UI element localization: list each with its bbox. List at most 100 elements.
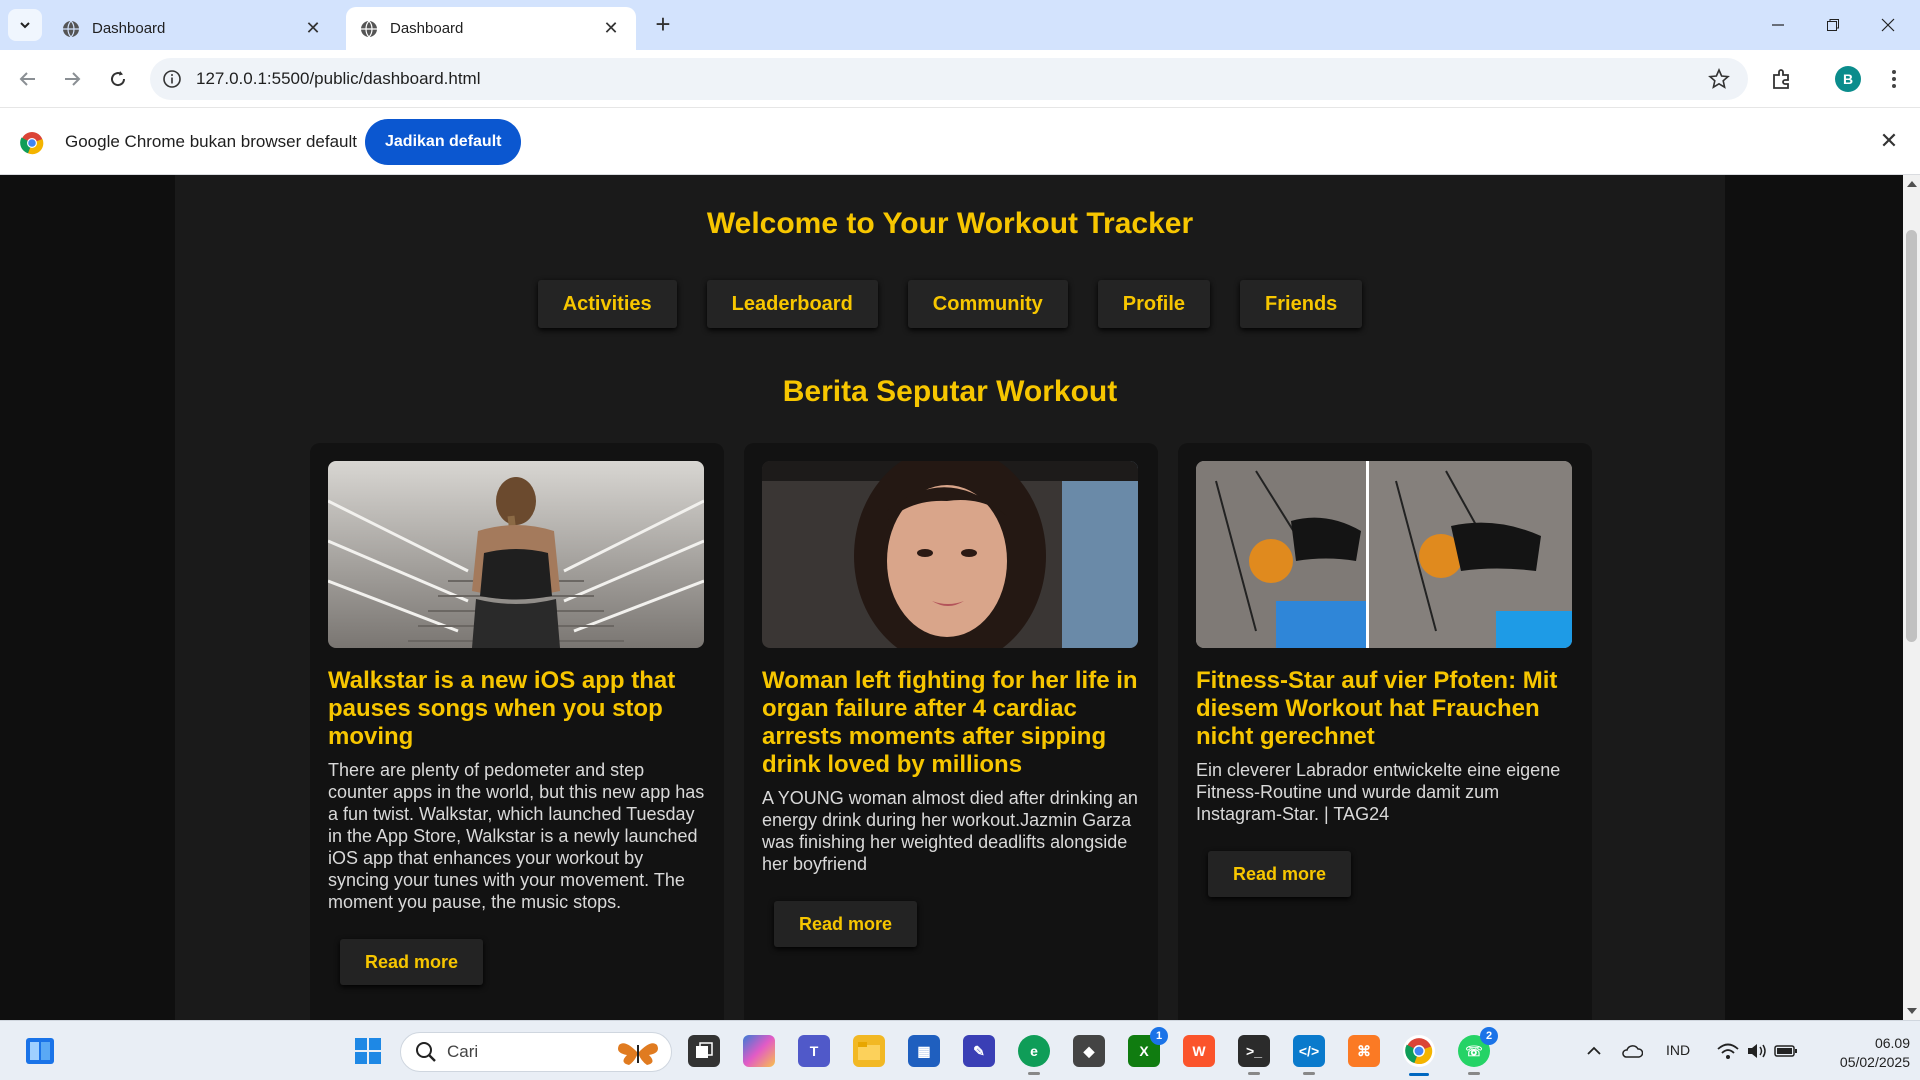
forward-button[interactable]: [58, 65, 86, 93]
extensions-puzzle-icon[interactable]: [1770, 67, 1794, 91]
browser-tab-2[interactable]: Dashboard ✕: [346, 7, 636, 50]
chrome-icon[interactable]: [1403, 1035, 1435, 1076]
restore-icon: [1827, 19, 1839, 31]
pen-app-icon[interactable]: ✎: [963, 1035, 995, 1067]
notification-badge: 1: [1150, 1027, 1168, 1045]
arrow-right-icon: [65, 72, 81, 86]
task-view-icon[interactable]: [688, 1035, 720, 1067]
scrollbar-thumb[interactable]: [1906, 230, 1917, 642]
whatsapp-icon[interactable]: ☏ 2: [1458, 1027, 1498, 1075]
clock-date: 05/02/2025: [1839, 1054, 1910, 1070]
notification-badge: 2: [1480, 1027, 1498, 1045]
language-indicator[interactable]: IND: [1666, 1042, 1690, 1058]
news-thumbnail-image[interactable]: [328, 461, 704, 648]
default-browser-infobar: Google Chrome bukan browser default Jadi…: [0, 108, 1920, 175]
news-description: A YOUNG woman almost died after drinking…: [762, 788, 1138, 874]
infobar-message: Google Chrome bukan browser default: [65, 132, 357, 151]
xampp-icon[interactable]: ⌘: [1348, 1035, 1380, 1067]
read-more-button[interactable]: Read more: [774, 901, 918, 947]
globe-icon: [63, 20, 79, 37]
news-card: Fitness-Star auf vier Pfoten: Mit diesem…: [1178, 443, 1592, 1020]
tab-title: Dashboard: [92, 20, 166, 37]
news-headline[interactable]: Walkstar is a new iOS app that pauses so…: [328, 667, 706, 751]
search-icon: [416, 1042, 436, 1062]
onedrive-sync-icon[interactable]: [1616, 1035, 1648, 1067]
minimize-icon: [1772, 24, 1784, 26]
tab-title: Dashboard: [390, 20, 464, 37]
reload-icon: [111, 71, 126, 87]
tab-search-button[interactable]: [8, 9, 42, 41]
butterfly-highlight-icon[interactable]: [615, 1039, 661, 1067]
brave-icon[interactable]: W: [1183, 1035, 1215, 1067]
xbox-icon[interactable]: X 1: [1128, 1027, 1168, 1067]
edge-icon[interactable]: e: [1018, 1035, 1050, 1075]
url-text[interactable]: 127.0.0.1:5500/public/dashboard.html: [196, 69, 480, 89]
address-bar[interactable]: 127.0.0.1:5500/public/dashboard.html: [150, 58, 1748, 100]
dashboard-container: Welcome to Your Workout Tracker Activiti…: [175, 175, 1725, 1020]
start-windows-icon[interactable]: [352, 1035, 384, 1067]
volume-icon[interactable]: [1741, 1035, 1773, 1067]
scroll-up-arrow-icon[interactable]: [1907, 181, 1917, 187]
news-card-list: Walkstar is a new iOS app that pauses so…: [310, 443, 1592, 1020]
taskbar-search-box[interactable]: Cari: [400, 1032, 672, 1072]
search-placeholder: Cari: [447, 1042, 479, 1061]
close-icon[interactable]: ✕: [1876, 128, 1902, 154]
close-icon[interactable]: ✕: [600, 18, 622, 40]
windows-taskbar: Cari T ▦ ✎ e ◆ X 1 W >_ </> ⌘ ☏ 2 IND 06…: [0, 1020, 1920, 1080]
wifi-icon[interactable]: [1712, 1035, 1744, 1067]
back-button[interactable]: [14, 65, 42, 93]
nav-activities[interactable]: Activities: [537, 280, 677, 328]
battery-icon[interactable]: [1770, 1035, 1802, 1067]
close-icon: [1881, 18, 1895, 32]
file-explorer-icon[interactable]: [853, 1035, 885, 1067]
nav-community[interactable]: Community: [907, 280, 1068, 328]
page-scrollbar[interactable]: [1903, 175, 1920, 1020]
read-more-button[interactable]: Read more: [1208, 851, 1352, 897]
minimize-button[interactable]: [1763, 12, 1793, 38]
widgets-icon[interactable]: [24, 1035, 56, 1067]
news-thumbnail-image[interactable]: [762, 461, 1138, 648]
news-card: Woman left fighting for her life in orga…: [744, 443, 1158, 1020]
nav-leaderboard[interactable]: Leaderboard: [706, 280, 878, 328]
chrome-menu-icon[interactable]: [1884, 65, 1904, 93]
news-description: Ein cleverer Labrador entwickelte eine e…: [1196, 760, 1561, 824]
news-description: There are plenty of pedometer and step c…: [328, 760, 705, 912]
reload-button[interactable]: [104, 65, 132, 93]
microsoft-store-icon[interactable]: ▦: [908, 1035, 940, 1067]
close-window-button[interactable]: [1873, 12, 1903, 38]
main-nav: Activities Leaderboard Community Profile…: [175, 280, 1725, 328]
new-tab-button[interactable]: +: [650, 11, 676, 38]
arrow-left-icon: [19, 72, 35, 86]
scroll-down-arrow-icon[interactable]: [1907, 1008, 1917, 1014]
news-section-title: Berita Seputar Workout: [782, 375, 1118, 408]
unity-icon[interactable]: ◆: [1073, 1035, 1105, 1067]
system-clock[interactable]: 06.09 05/02/2025: [1810, 1034, 1910, 1072]
browser-tab-strip: Dashboard ✕ Dashboard ✕ +: [0, 0, 1920, 50]
profile-avatar[interactable]: B: [1835, 66, 1861, 92]
clock-time: 06.09: [1874, 1035, 1910, 1051]
news-headline[interactable]: Woman left fighting for her life in orga…: [762, 667, 1140, 779]
address-toolbar: 127.0.0.1:5500/public/dashboard.html B: [0, 50, 1920, 108]
globe-icon: [361, 20, 377, 37]
copilot-icon[interactable]: [743, 1035, 775, 1067]
chevron-up-icon[interactable]: [1578, 1035, 1610, 1067]
vscode-icon[interactable]: </>: [1293, 1035, 1325, 1075]
teams-icon[interactable]: T: [798, 1035, 830, 1067]
nav-friends[interactable]: Friends: [1240, 280, 1363, 328]
nav-profile[interactable]: Profile: [1097, 280, 1211, 328]
restore-button[interactable]: [1818, 12, 1848, 38]
chevron-down-icon: [20, 22, 30, 29]
read-more-button[interactable]: Read more: [340, 939, 484, 985]
page-viewport: Welcome to Your Workout Tracker Activiti…: [0, 175, 1903, 1020]
chrome-logo-icon: [20, 132, 44, 155]
close-icon[interactable]: ✕: [302, 18, 324, 40]
news-headline[interactable]: Fitness-Star auf vier Pfoten: Mit diesem…: [1196, 667, 1574, 751]
terminal-icon[interactable]: >_: [1238, 1035, 1270, 1075]
news-thumbnail-image[interactable]: [1196, 461, 1572, 648]
info-icon[interactable]: [162, 69, 182, 89]
browser-tab-1[interactable]: Dashboard ✕: [48, 7, 338, 50]
bookmark-star-icon[interactable]: [1708, 68, 1730, 90]
page-title: Welcome to Your Workout Tracker: [706, 207, 1194, 240]
make-default-button[interactable]: Jadikan default: [365, 119, 522, 165]
news-card: Walkstar is a new iOS app that pauses so…: [310, 443, 724, 1020]
